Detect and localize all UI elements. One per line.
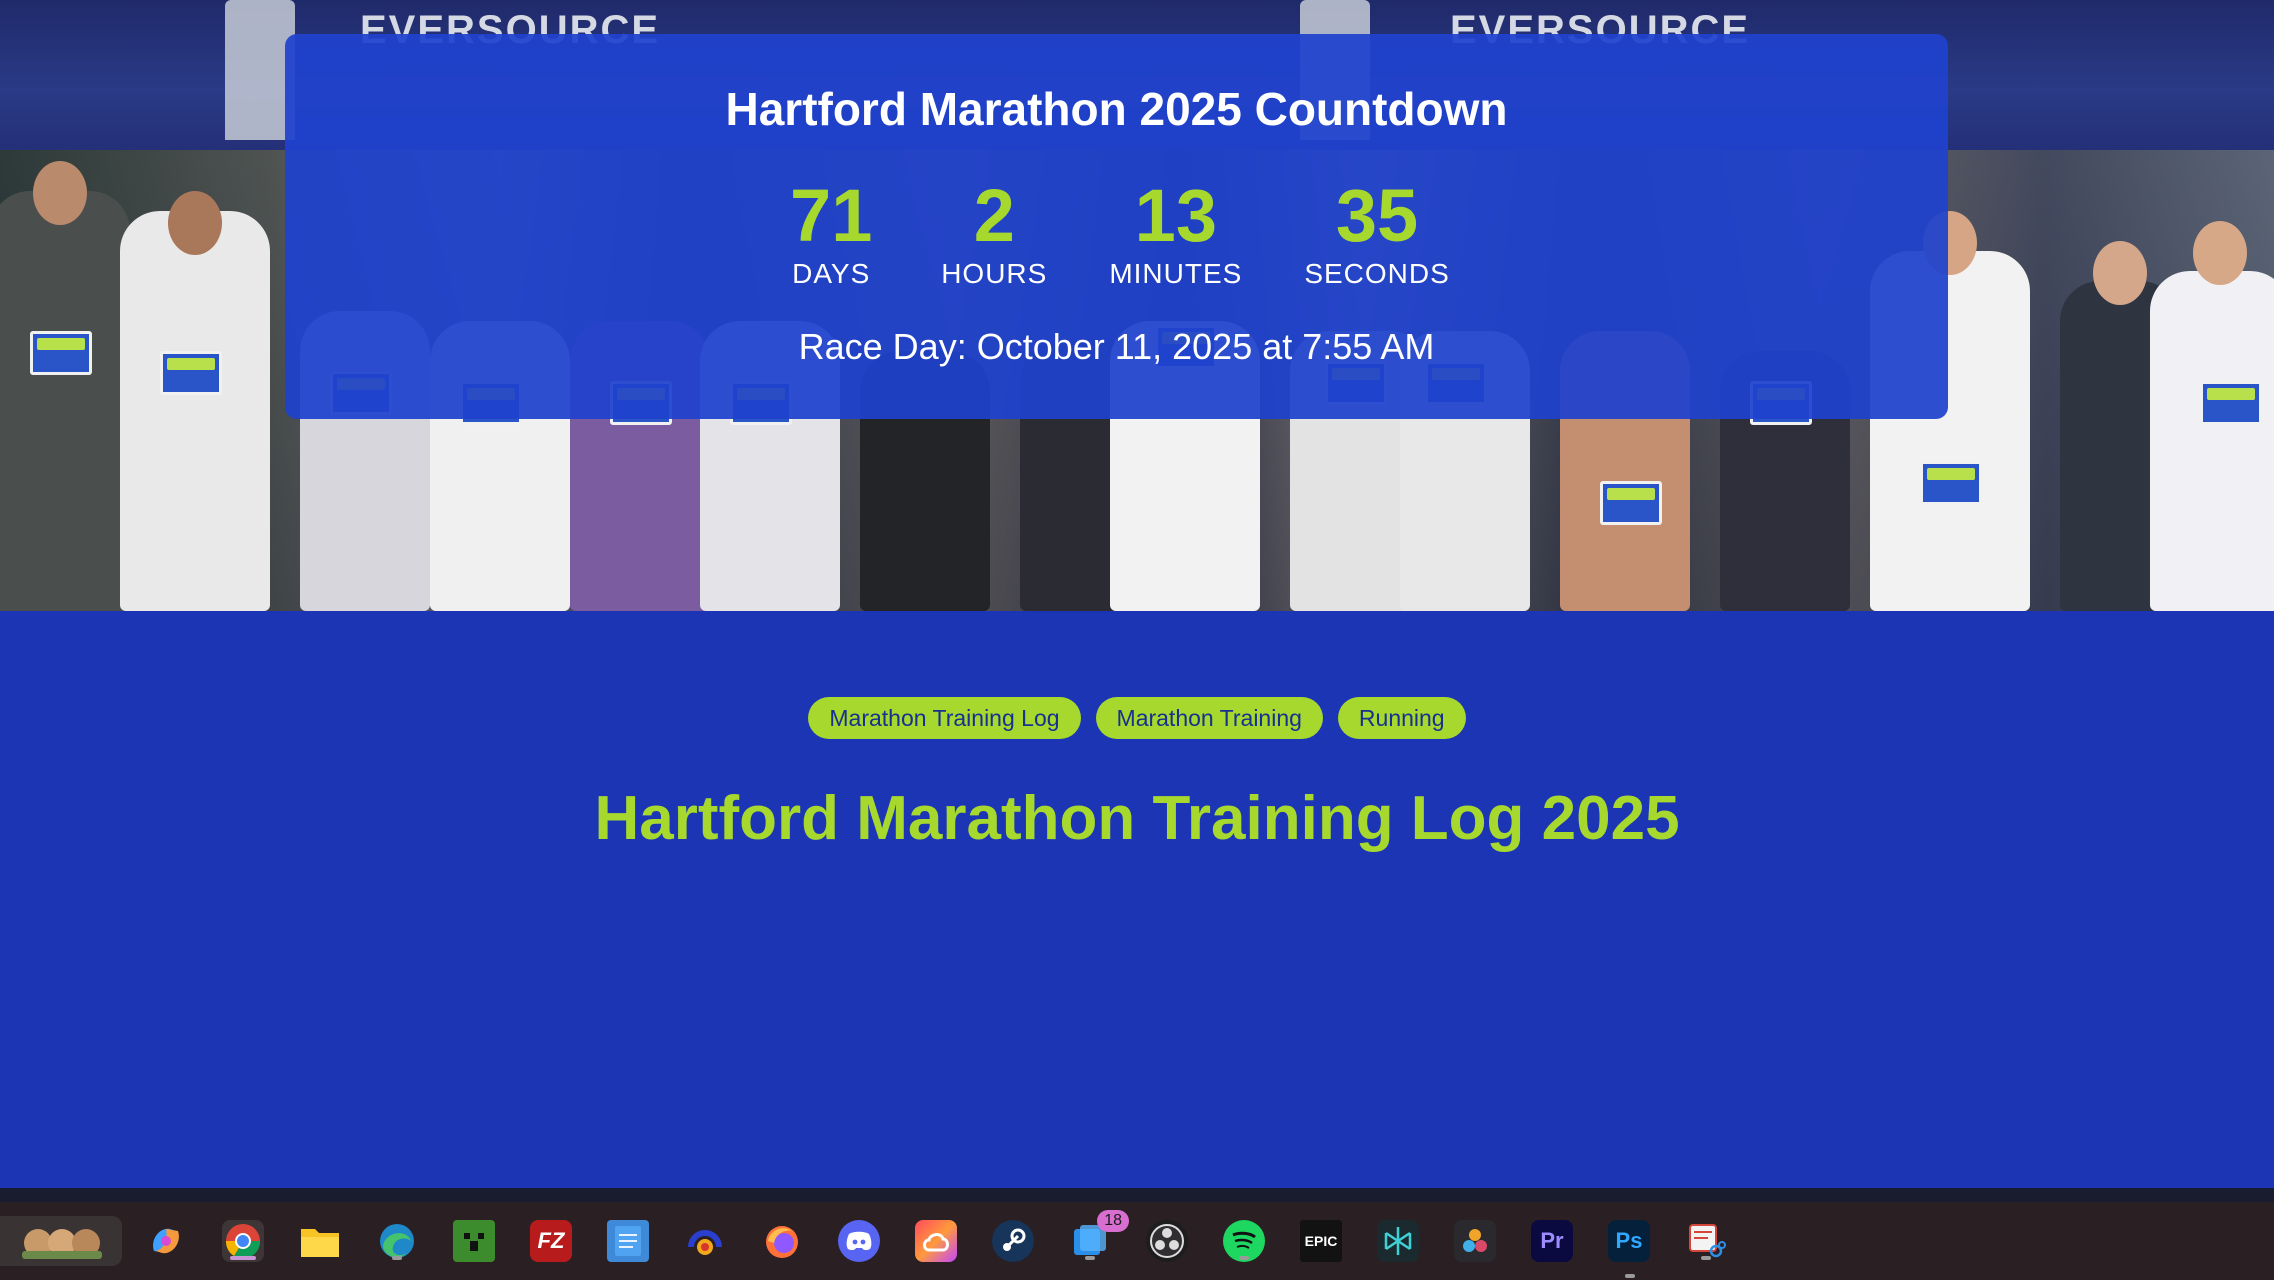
minutes-label: MINUTES — [1109, 258, 1243, 289]
audio-app-icon[interactable] — [684, 1220, 726, 1262]
taskbar-divider — [0, 1188, 2274, 1202]
minecraft-icon[interactable] — [453, 1220, 495, 1262]
minutes-value: 13 — [1134, 174, 1217, 257]
days-value: 71 — [790, 174, 873, 257]
discord-icon[interactable] — [838, 1220, 880, 1262]
notepad-icon[interactable] — [607, 1220, 649, 1262]
copilot-icon[interactable] — [145, 1220, 187, 1262]
edge-icon[interactable] — [376, 1220, 418, 1262]
premiere-pro-icon[interactable]: Pr — [1531, 1220, 1573, 1262]
davinci-resolve-icon[interactable] — [1454, 1220, 1496, 1262]
countdown-hours: 2 HOURS — [941, 174, 1047, 290]
windows-app-icon[interactable]: 18 — [1069, 1210, 1129, 1262]
countdown-title: Hartford Marathon 2025 Countdown — [725, 83, 1508, 135]
tag-marathon-training[interactable]: Marathon Training — [1095, 697, 1323, 739]
runner — [0, 161, 130, 611]
epic-games-icon[interactable]: EPIC — [1300, 1220, 1342, 1262]
filezilla-icon[interactable]: FZ — [530, 1220, 572, 1262]
countdown-card: Hartford Marathon 2025 Countdown 71 DAYS… — [285, 34, 1948, 419]
countdown-seconds: 35 SECONDS — [1304, 174, 1449, 290]
perplexity-icon[interactable] — [1377, 1220, 1419, 1262]
tag-running[interactable]: Running — [1337, 697, 1466, 739]
hours-value: 2 — [973, 174, 1015, 257]
seconds-label: SECONDS — [1304, 258, 1450, 289]
tag-marathon-training-log[interactable]: Marathon Training Log — [808, 697, 1081, 739]
taskbar: FZ 18 EPIC Pr Ps — [0, 1202, 2274, 1280]
days-label: DAYS — [792, 258, 871, 289]
hours-label: HOURS — [941, 258, 1048, 289]
widgets-icon[interactable] — [0, 1216, 122, 1266]
steam-icon[interactable] — [992, 1220, 1034, 1262]
race-day-text: Race Day: October 11, 2025 at 7:55 AM — [798, 326, 1435, 367]
countdown-minutes: 13 MINUTES — [1109, 174, 1242, 290]
creative-cloud-icon[interactable] — [915, 1220, 957, 1262]
snipping-tool-icon[interactable] — [1685, 1220, 1727, 1262]
runner — [2150, 221, 2274, 611]
spotify-icon[interactable] — [1223, 1220, 1265, 1262]
photoshop-icon[interactable]: Ps — [1608, 1220, 1650, 1262]
countdown-units: 71 DAYS 2 HOURS 13 MINUTES 35 SECONDS — [285, 174, 1948, 290]
notification-badge: 18 — [1097, 1210, 1129, 1232]
file-explorer-icon[interactable] — [299, 1220, 341, 1262]
runner — [120, 191, 270, 611]
page-title: Hartford Marathon Training Log 2025 — [594, 784, 1680, 853]
obs-icon[interactable] — [1146, 1220, 1188, 1262]
tag-list: Marathon Training Log Marathon Training … — [0, 697, 2274, 739]
firefox-icon[interactable] — [761, 1220, 803, 1262]
countdown-days: 71 DAYS — [783, 174, 879, 290]
seconds-value: 35 — [1335, 174, 1419, 257]
photoshop-running-indicator — [1625, 1274, 1635, 1278]
chrome-icon[interactable] — [222, 1220, 264, 1262]
